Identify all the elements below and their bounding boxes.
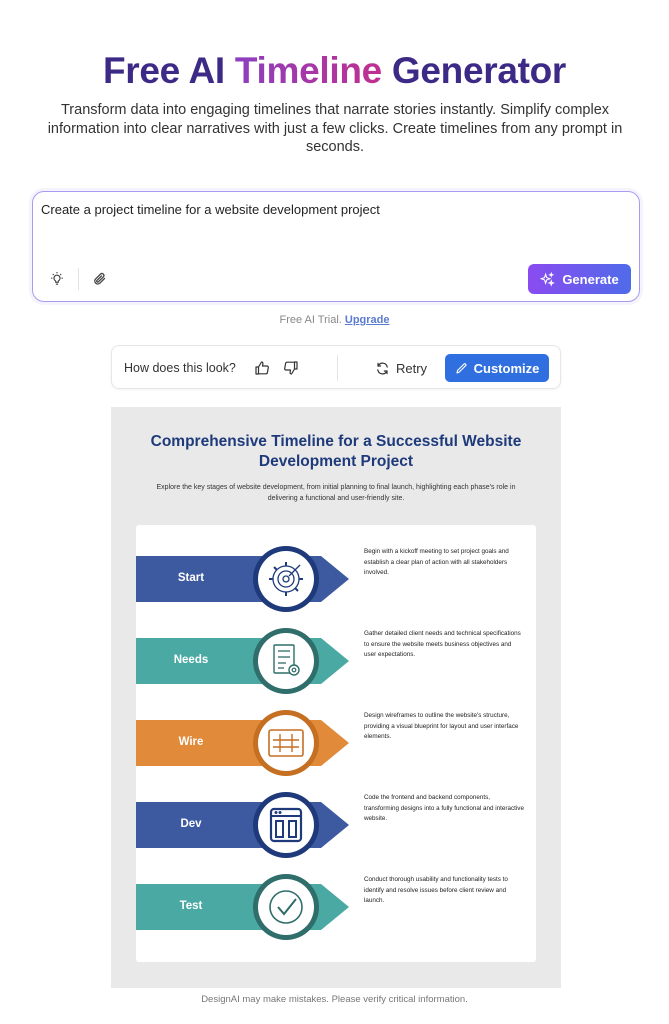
timeline-step: Dev Code the frontend and backend compone… xyxy=(136,789,536,861)
title-part-1: Free AI xyxy=(102,50,235,91)
step-label: Wire xyxy=(178,736,204,748)
step-label: Start xyxy=(177,572,205,584)
prompt-text[interactable]: Create a project timeline for a website … xyxy=(41,202,380,217)
lightbulb-icon[interactable] xyxy=(45,267,69,291)
timeline-step: Start Begin with a kickoff meeting to set… xyxy=(136,543,536,615)
feedback-question: How does this look? xyxy=(124,361,236,375)
disclaimer: DesignAI may make mistakes. Please verif… xyxy=(201,994,468,1005)
step-label: Dev xyxy=(180,818,202,830)
infographic-subtitle: Explore the key stages of website develo… xyxy=(156,484,516,502)
timeline-step: Wire Design wireframes to outline the web… xyxy=(136,707,536,779)
step-description: Design wireframes to outline the website… xyxy=(364,712,519,740)
infographic-title: Comprehensive Timeline for a Successful … xyxy=(150,433,522,470)
pencil-icon xyxy=(456,362,467,374)
upgrade-link[interactable]: Upgrade xyxy=(345,314,390,326)
thumbs-up-icon[interactable] xyxy=(250,356,274,380)
retry-label: Retry xyxy=(396,360,428,376)
thumbs-down-icon[interactable] xyxy=(279,356,303,380)
trial-text: Free AI Trial. xyxy=(279,314,342,326)
customize-label: Customize xyxy=(473,360,540,376)
feedback-bar: How does this look? Retry Customize xyxy=(111,345,561,389)
paperclip-icon[interactable] xyxy=(88,267,112,291)
refresh-icon xyxy=(377,362,388,374)
timeline-step: Test Conduct thorough usability and funct… xyxy=(136,871,536,943)
step-description: Conduct thorough usability and functiona… xyxy=(364,876,508,904)
feedback-divider xyxy=(337,355,338,381)
step-description: Gather detailed client needs and technic… xyxy=(364,630,521,658)
prompt-input-box[interactable]: Create a project timeline for a website … xyxy=(32,191,640,302)
timeline-card: Start Begin with a kickoff meeting to set… xyxy=(136,525,536,962)
retry-button[interactable]: Retry xyxy=(375,354,427,382)
generate-button[interactable]: Generate xyxy=(528,264,631,294)
toolbar-divider xyxy=(78,268,79,290)
title-part-3: Generator xyxy=(381,50,567,91)
step-description: Code the frontend and backend components… xyxy=(364,794,524,822)
trial-notice: Free AI Trial. Upgrade xyxy=(0,314,669,326)
generate-label: Generate xyxy=(562,271,619,287)
timeline-step: Needs Gather detailed client needs and te… xyxy=(136,625,536,697)
title-part-highlight: Timeline xyxy=(234,50,382,91)
page-subtitle: Transform data into engaging timelines t… xyxy=(47,102,623,155)
infographic-canvas[interactable]: Comprehensive Timeline for a Successful … xyxy=(111,407,561,988)
sparkle-icon xyxy=(540,271,556,287)
step-label: Needs xyxy=(173,654,209,666)
customize-button[interactable]: Customize xyxy=(445,354,549,382)
step-label: Test xyxy=(179,900,203,912)
step-description: Begin with a kickoff meeting to set proj… xyxy=(364,548,509,576)
page-title: Free AI Timeline Generator xyxy=(0,50,669,92)
